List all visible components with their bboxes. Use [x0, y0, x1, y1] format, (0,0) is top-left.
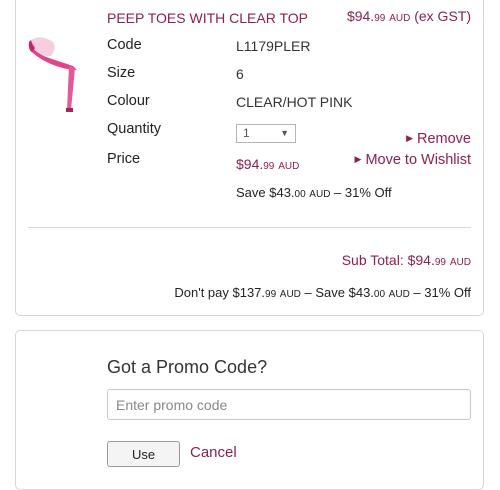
save-prefix: Save $43. — [236, 185, 295, 200]
price-cents: 99 — [374, 13, 386, 24]
move-to-wishlist-link[interactable]: ▶ Move to Wishlist — [355, 152, 471, 168]
quantity-select[interactable]: 1 ▼ — [236, 124, 296, 143]
cancel-link[interactable]: Cancel — [190, 444, 237, 461]
remove-link[interactable]: ▶ Remove — [406, 131, 471, 147]
size-label: Size — [107, 65, 136, 81]
caret-right-icon: ▶ — [406, 133, 413, 143]
subtotal-label: Sub Total: $94. — [341, 252, 435, 268]
product-name[interactable]: PEEP TOES WITH CLEAR TOP — [107, 10, 308, 26]
subtotal-currency: AUD — [449, 257, 471, 268]
remove-label: Remove — [417, 131, 471, 147]
wishlist-label: Move to Wishlist — [365, 152, 471, 168]
use-button[interactable]: Use — [107, 441, 180, 467]
dontpay-suffix: – 31% Off — [413, 285, 471, 300]
dontpay-cents2: 00 — [373, 289, 386, 300]
dontpay-middle: – Save $43. — [304, 285, 374, 300]
colour-value: CLEAR/HOT PINK — [236, 94, 353, 110]
dontpay-currency1: AUD — [279, 289, 301, 300]
cart-item-card: PEEP TOES WITH CLEAR TOP $94.99 AUD (ex … — [15, 0, 484, 316]
dontpay-prefix: Don't pay $137. — [174, 285, 266, 300]
price-cents: 99 — [263, 161, 275, 172]
promo-title: Got a Promo Code? — [107, 357, 268, 377]
price-label: Price — [107, 151, 141, 167]
save-currency: AUD — [309, 189, 331, 200]
subtotal-cents: 99 — [434, 257, 446, 268]
dont-pay-summary: Don't pay $137.99 AUD – Save $43.00 AUD … — [174, 285, 471, 300]
colour-label: Colour — [107, 93, 150, 109]
dontpay-cents1: 99 — [265, 289, 277, 300]
price-main: $94. — [236, 156, 264, 172]
quantity-value: 1 — [243, 126, 250, 140]
savings-line: Save $43.00 AUD – 31% Off — [236, 185, 392, 200]
price-currency: AUD — [389, 13, 411, 24]
product-image[interactable] — [27, 32, 85, 114]
size-value: 6 — [236, 66, 244, 82]
save-suffix: – 31% Off — [334, 185, 392, 200]
chevron-down-icon: ▼ — [280, 128, 289, 138]
code-label: Code — [107, 37, 142, 53]
promo-code-card: Got a Promo Code? Use Cancel — [15, 330, 484, 490]
subtotal: Sub Total: $94.99 AUD — [342, 252, 471, 268]
save-cents: 00 — [294, 189, 306, 200]
product-price-top: $94.99 AUD (ex GST) — [347, 8, 471, 24]
dontpay-currency2: AUD — [388, 289, 410, 300]
price-suffix: (ex GST) — [414, 8, 471, 24]
price-value: $94.99 AUD — [236, 156, 299, 172]
promo-code-input[interactable] — [107, 389, 471, 420]
caret-right-icon: ▶ — [354, 154, 362, 164]
quantity-label: Quantity — [107, 121, 161, 137]
divider — [28, 227, 471, 228]
price-currency: AUD — [278, 161, 300, 172]
code-value: L1179PLER — [236, 38, 311, 54]
price-main: $94. — [346, 8, 375, 24]
